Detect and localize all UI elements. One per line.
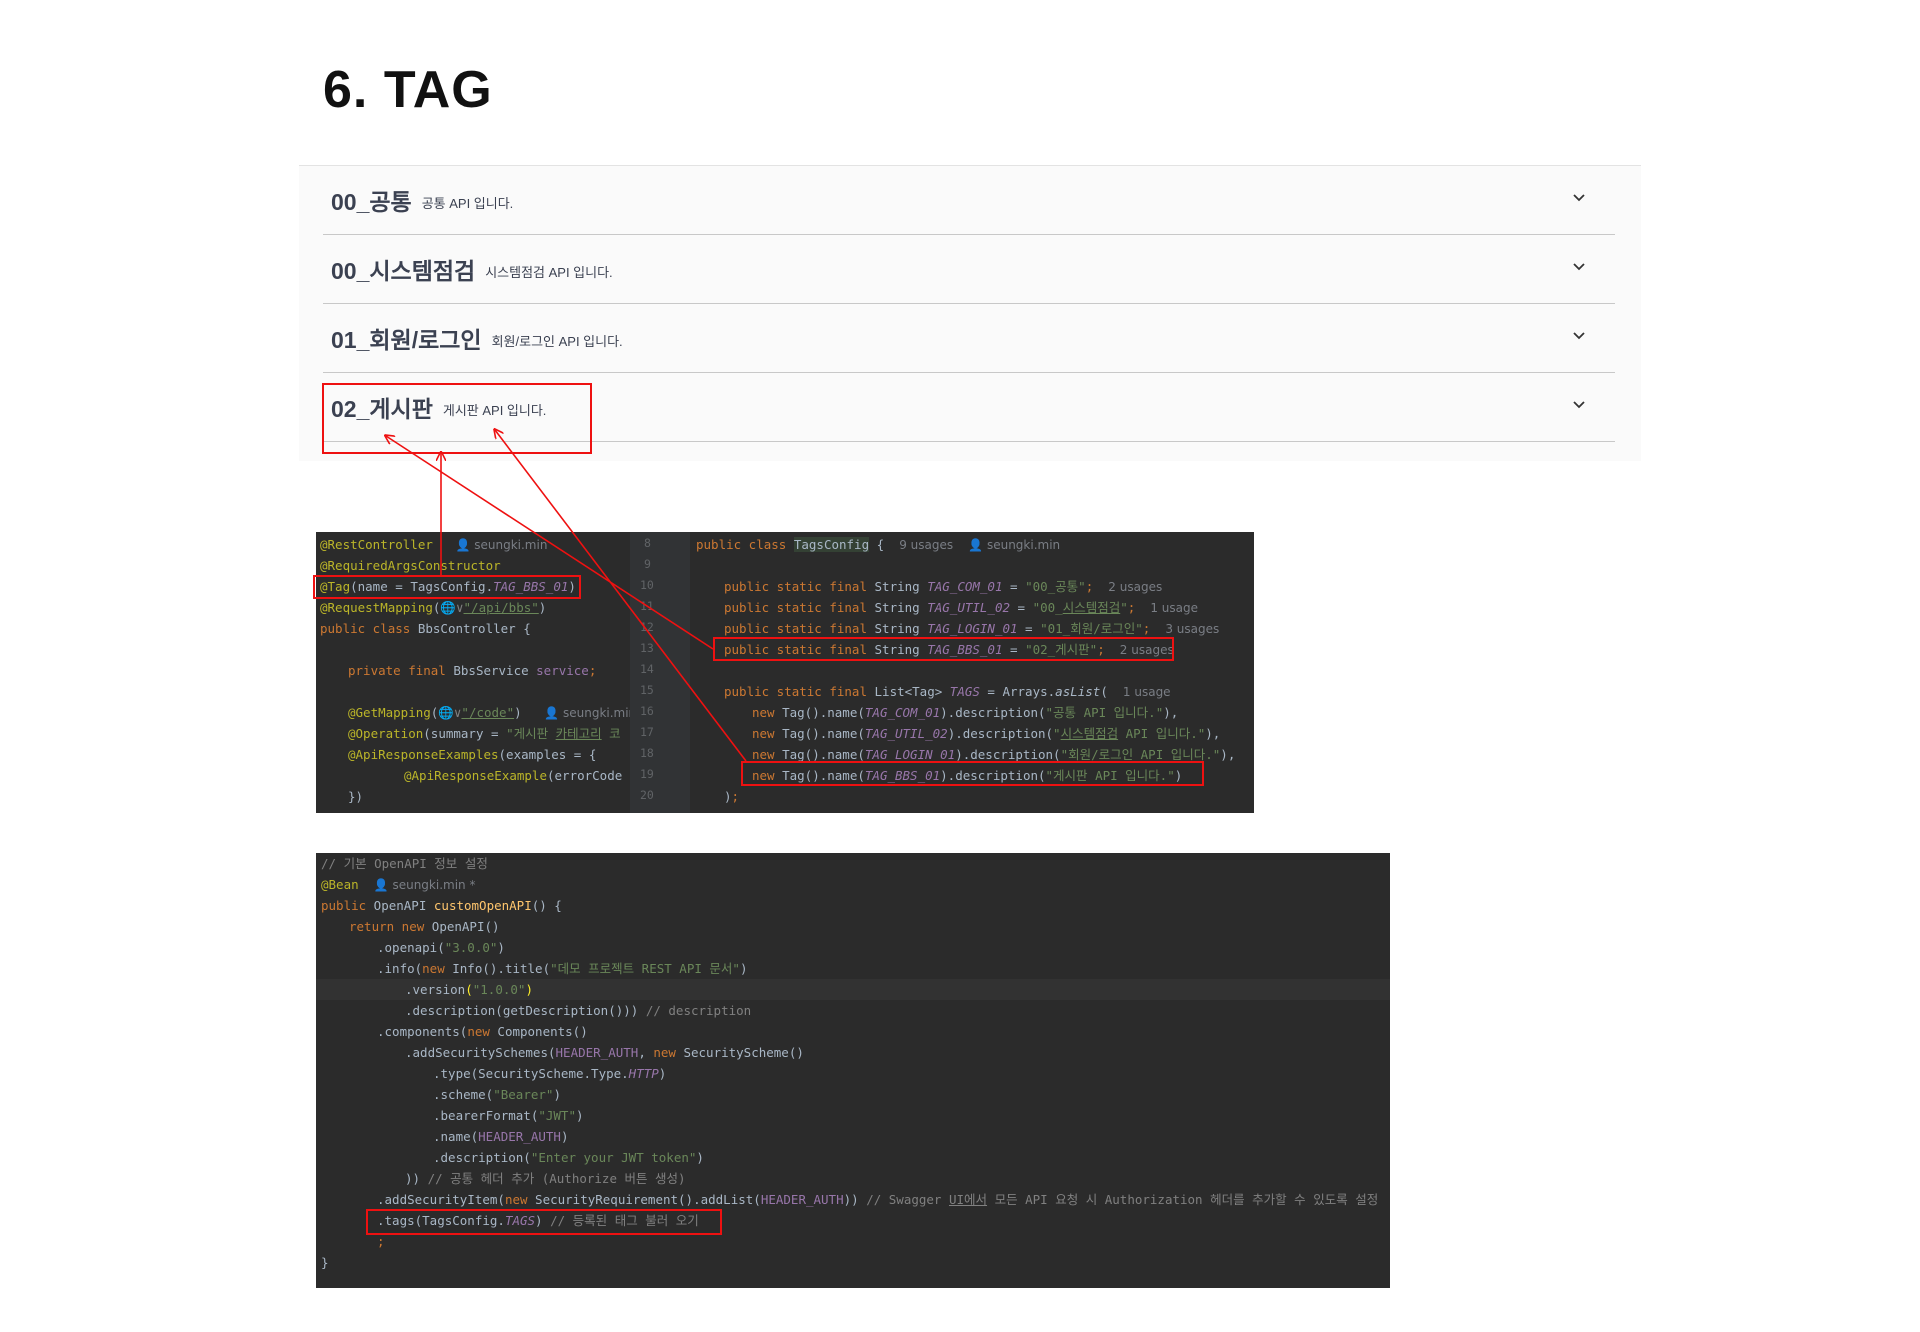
arrow-new-tag-to-tag: [495, 430, 747, 762]
annotation-arrows: [0, 0, 747, 762]
arrow-constant-to-tag: [386, 436, 714, 650]
